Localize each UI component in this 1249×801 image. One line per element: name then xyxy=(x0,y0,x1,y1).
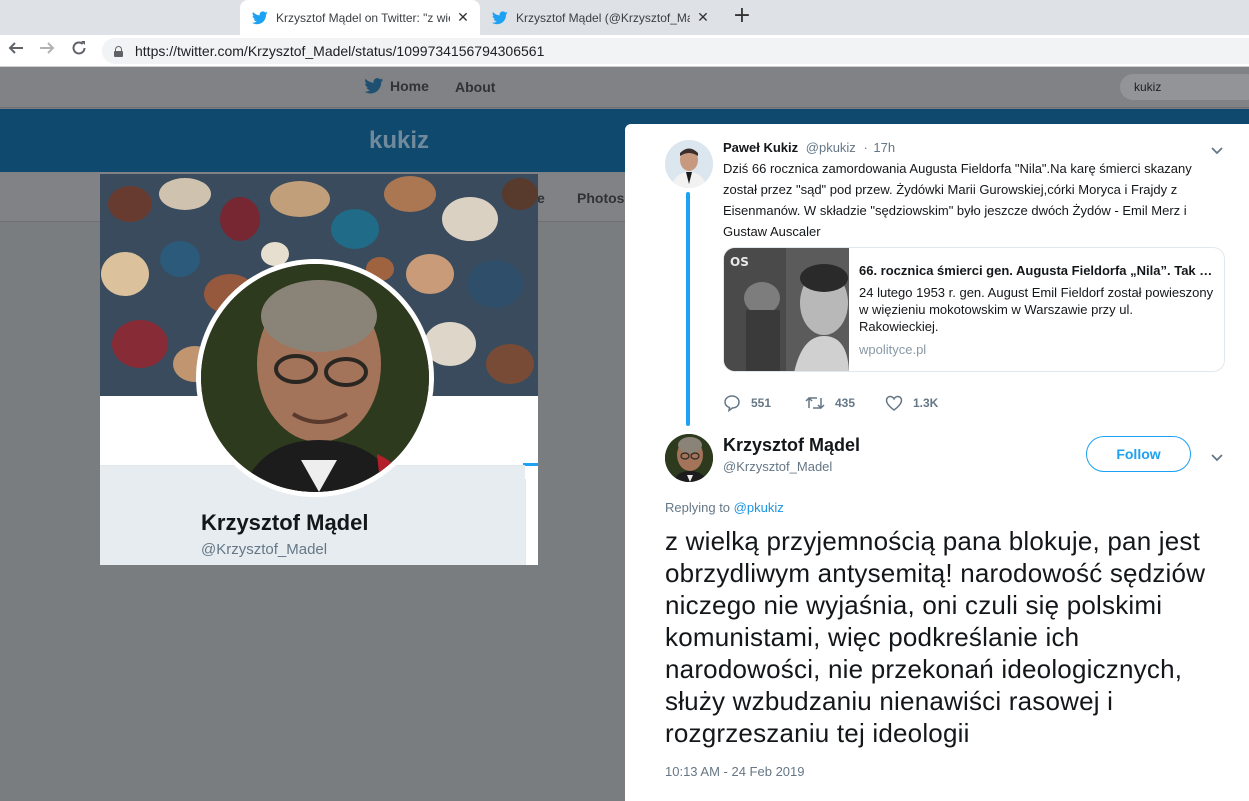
nav-home-link[interactable]: Home xyxy=(364,78,429,94)
back-arrow-icon xyxy=(8,42,23,54)
twitter-bird-icon xyxy=(492,10,508,24)
card-tab-indicator xyxy=(523,463,538,466)
context-author-name[interactable]: Paweł Kukiz xyxy=(723,140,798,155)
card-side-panel xyxy=(525,479,538,565)
link-card-title: 66. rocznica śmierci gen. Augusta Fieldo… xyxy=(859,263,1214,278)
search-input[interactable]: kukiz xyxy=(1120,74,1249,100)
main-author-avatar[interactable] xyxy=(665,434,713,482)
close-tab-icon[interactable]: ✕ xyxy=(696,10,710,26)
chevron-down-icon[interactable] xyxy=(1209,449,1225,465)
address-bar: https://twitter.com/Krzysztof_Madel/stat… xyxy=(0,35,1249,67)
reply-count: 551 xyxy=(751,396,772,410)
tweet-timestamp[interactable]: 10:13 AM - 24 Feb 2019 xyxy=(665,764,804,779)
reload-icon xyxy=(72,41,86,55)
replying-to-line: Replying to @pkukiz xyxy=(665,500,784,515)
replying-prefix: Replying to xyxy=(665,500,731,515)
profile-hover-card[interactable]: Krzysztof Mądel @Krzysztof_Madel xyxy=(100,174,538,565)
tab-title: Krzysztof Mądel (@Krzysztof_Mądel xyxy=(516,10,690,25)
url-field[interactable]: https://twitter.com/Krzysztof_Madel/stat… xyxy=(102,38,1249,64)
thread-connector-line xyxy=(686,192,690,426)
main-author-handle[interactable]: @Krzysztof_Madel xyxy=(723,459,832,474)
url-text: https://twitter.com/Krzysztof_Madel/stat… xyxy=(135,43,545,59)
link-card-domain: wpolityce.pl xyxy=(859,342,927,357)
browser-tab-inactive[interactable]: Krzysztof Mądel (@Krzysztof_Mądel ✕ xyxy=(480,0,720,35)
like-count: 1.3K xyxy=(913,396,939,410)
chevron-down-icon[interactable] xyxy=(1209,142,1225,158)
nav-about-link[interactable]: About xyxy=(455,79,495,95)
twitter-top-nav: Home About kukiz xyxy=(0,67,1249,108)
link-card-description: 24 lutego 1953 r. gen. August Emil Field… xyxy=(859,285,1214,334)
main-avatar-image xyxy=(665,434,713,482)
profile-avatar-large[interactable] xyxy=(196,259,434,497)
nav-home-label: Home xyxy=(390,78,429,94)
twitter-bird-icon xyxy=(364,78,384,94)
tab-title: Krzysztof Mądel on Twitter: "z wiel xyxy=(276,10,450,25)
follow-button[interactable]: Follow xyxy=(1086,436,1191,472)
profile-tab-partial[interactable]: e xyxy=(537,190,545,206)
link-card-thumbnail: OS xyxy=(724,248,849,371)
tweet-permalink-overlay: Paweł Kukiz @pkukiz · 17h Dziś 66 roczni… xyxy=(625,124,1249,801)
browser-tab-active[interactable]: Krzysztof Mądel on Twitter: "z wiel ✕ xyxy=(240,0,480,35)
context-tweet-time[interactable]: 17h xyxy=(873,140,895,155)
new-tab-button[interactable]: + xyxy=(730,5,754,29)
link-preview-card[interactable]: OS 66. rocznica śmierci gen. Augusta Fie… xyxy=(723,247,1225,372)
context-meta-separator: · xyxy=(863,140,868,155)
context-author-avatar[interactable] xyxy=(665,140,713,188)
heart-icon xyxy=(885,395,903,411)
profile-card-name[interactable]: Krzysztof Mądel xyxy=(201,510,368,536)
like-button[interactable]: 1.3K xyxy=(885,394,938,412)
retweet-count: 435 xyxy=(835,396,856,410)
historic-photo-image: OS xyxy=(724,248,849,371)
reply-mention-link[interactable]: @pkukiz xyxy=(734,500,784,515)
banner-title: kukiz xyxy=(369,127,430,154)
thumb-caption: OS xyxy=(730,255,749,269)
back-button[interactable] xyxy=(4,39,28,63)
context-tweet-text: Dziś 66 rocznica zamordowania Augusta Fi… xyxy=(723,161,1192,239)
retweet-button[interactable]: 435 xyxy=(805,394,855,412)
reply-icon xyxy=(724,395,740,412)
context-avatar-image xyxy=(665,140,713,188)
reload-button[interactable] xyxy=(67,39,91,63)
twitter-bird-icon xyxy=(252,10,268,24)
main-author-name[interactable]: Krzysztof Mądel xyxy=(723,435,860,456)
portrait-image xyxy=(201,264,429,492)
forward-arrow-icon xyxy=(40,42,55,54)
context-tweet-header: Paweł Kukiz @pkukiz · 17h xyxy=(723,140,895,155)
profile-card-handle[interactable]: @Krzysztof_Madel xyxy=(201,541,327,558)
forward-button[interactable] xyxy=(35,39,59,63)
retweet-icon xyxy=(805,396,825,410)
browser-tab-bar: Krzysztof Mądel on Twitter: "z wiel ✕ Kr… xyxy=(0,0,1249,35)
profile-tab-photos[interactable]: Photos xyxy=(577,190,624,206)
context-author-handle[interactable]: @pkukiz xyxy=(806,140,856,155)
lock-icon xyxy=(114,45,123,57)
close-tab-icon[interactable]: ✕ xyxy=(456,10,470,26)
main-tweet-text: z wielką przyjemnością pana blokuje, pan… xyxy=(665,526,1206,748)
reply-button[interactable]: 551 xyxy=(723,394,771,412)
